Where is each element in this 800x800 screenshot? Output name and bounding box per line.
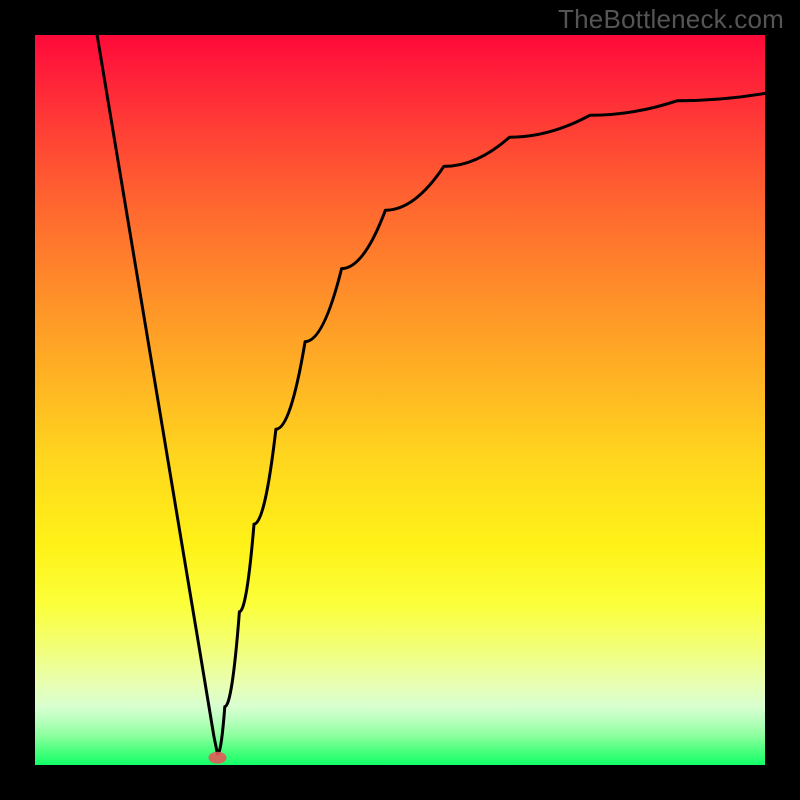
watermark-text: TheBottleneck.com [558, 4, 784, 35]
bottleneck-curve-right [218, 93, 766, 754]
minimum-marker [209, 752, 227, 764]
chart-frame: TheBottleneck.com [0, 0, 800, 800]
bottleneck-curve-left [97, 35, 217, 754]
curve-layer [35, 35, 765, 765]
plot-area [35, 35, 765, 765]
